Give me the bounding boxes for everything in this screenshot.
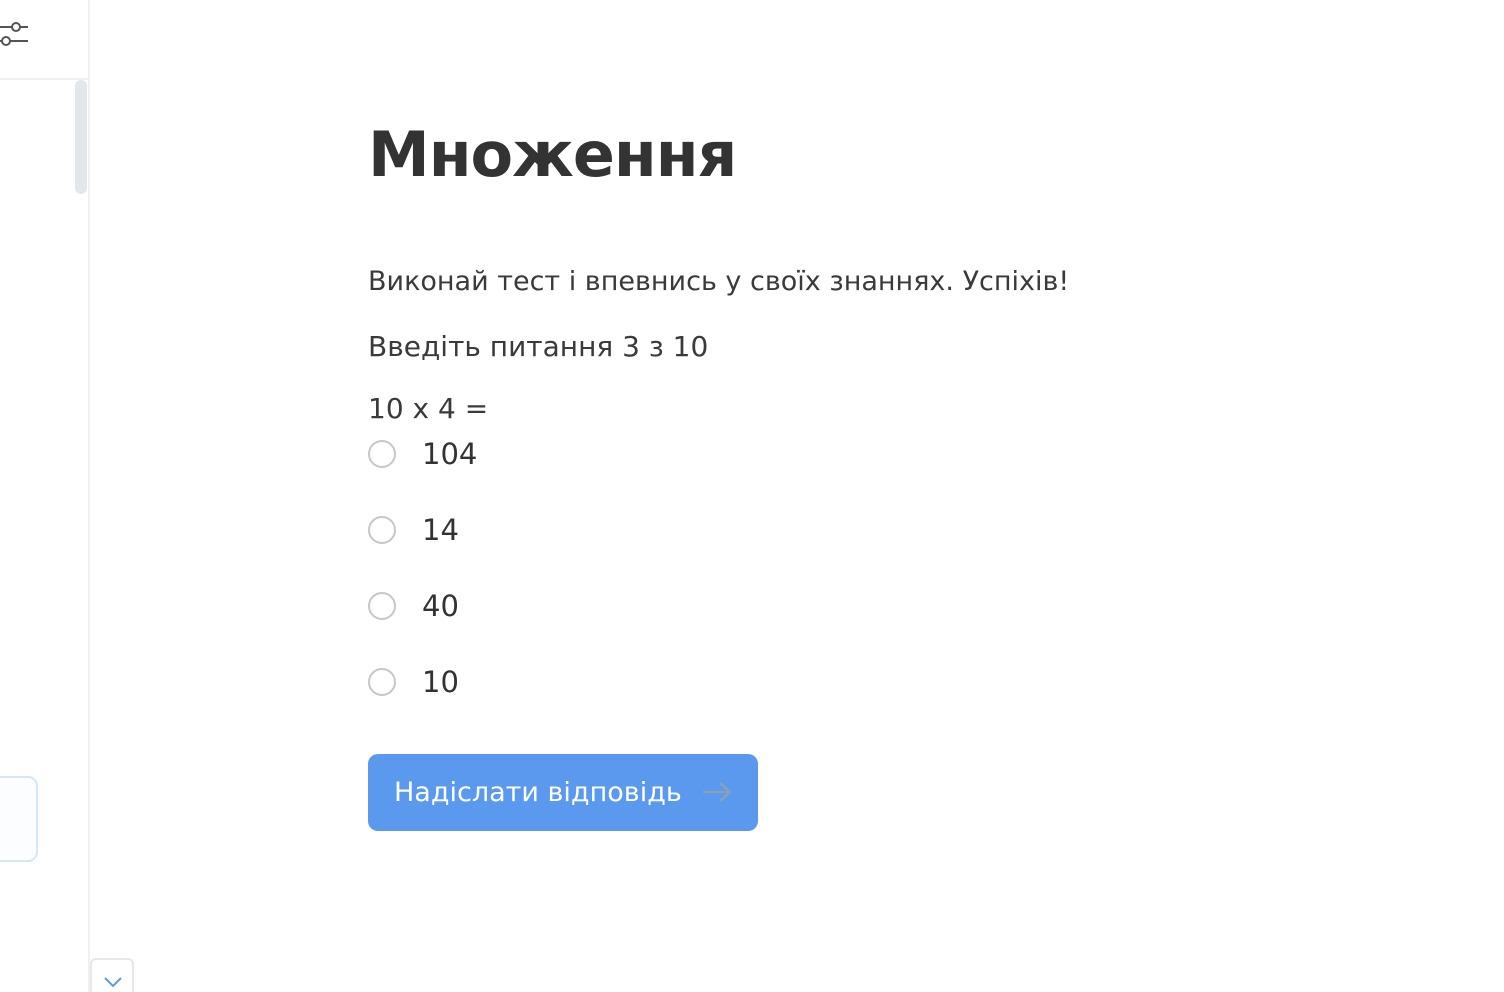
radio-button[interactable] — [368, 668, 396, 696]
sidebar — [0, 0, 90, 992]
quiz-page: Множення Виконай тест і впевнись у своїх… — [0, 0, 1504, 992]
answer-option-label: 14 — [422, 513, 459, 547]
answer-option-label: 10 — [422, 665, 459, 699]
submit-answer-label: Надіслати відповідь — [394, 777, 682, 808]
chevron-down-icon — [104, 977, 122, 988]
answer-option[interactable]: 104 — [368, 436, 477, 512]
answer-option[interactable]: 40 — [368, 588, 477, 664]
sidebar-card[interactable] — [0, 776, 38, 862]
radio-button[interactable] — [368, 440, 396, 468]
radio-button[interactable] — [368, 592, 396, 620]
page-title: Множення — [368, 118, 737, 191]
collapse-toggle-button[interactable] — [90, 958, 134, 992]
sidebar-scrollbar[interactable] — [75, 80, 87, 194]
question-text: 10 x 4 = — [368, 392, 489, 425]
filter-sliders-icon[interactable] — [0, 18, 30, 50]
sidebar-header — [0, 0, 88, 80]
answer-option[interactable]: 10 — [368, 664, 477, 740]
arrow-right-icon — [703, 782, 732, 802]
question-progress: Введіть питання 3 з 10 — [368, 330, 709, 363]
submit-answer-button[interactable]: Надіслати відповідь — [368, 754, 758, 831]
answer-options: 104 14 40 10 — [368, 436, 477, 740]
answer-option[interactable]: 14 — [368, 512, 477, 588]
radio-button[interactable] — [368, 516, 396, 544]
answer-option-label: 104 — [422, 437, 478, 471]
answer-option-label: 40 — [422, 589, 459, 623]
quiz-description: Виконай тест і впевнись у своїх знаннях.… — [368, 266, 1070, 297]
